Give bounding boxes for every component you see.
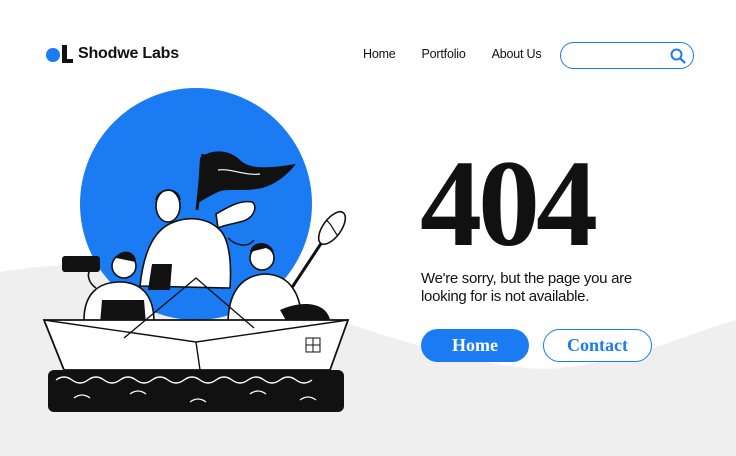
nav-portfolio-link[interactable]: Portfolio (422, 46, 466, 62)
search-icon[interactable] (669, 47, 687, 65)
search-input[interactable] (571, 47, 667, 64)
binoculars-icon (62, 256, 100, 272)
brand-name: Shodwe Labs (78, 45, 179, 62)
error-message: We're sorry, but the page you are lookin… (421, 270, 632, 305)
search-box (560, 42, 694, 69)
home-button[interactable]: Home (421, 329, 529, 362)
brand-logo[interactable]: Shodwe Labs (44, 42, 179, 66)
nav-about-us-link[interactable]: About Us (492, 46, 542, 62)
contact-button[interactable]: Contact (543, 329, 652, 362)
paper-boat-crew-illustration (42, 88, 350, 412)
logo-mark-icon (46, 45, 73, 63)
main-nav: Home Portfolio About Us (363, 46, 567, 62)
nav-home-link[interactable]: Home (363, 46, 396, 62)
water-block (48, 370, 344, 412)
error-code-heading: 404 (420, 135, 598, 272)
